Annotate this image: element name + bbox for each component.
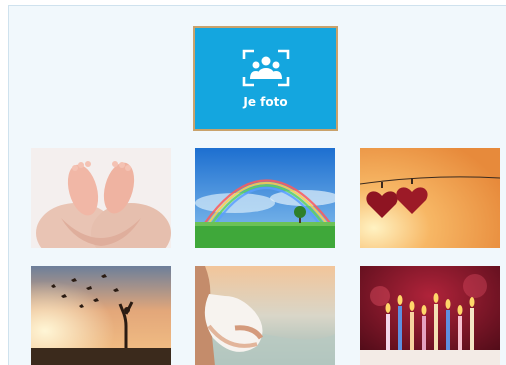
- photo-hanging-hearts[interactable]: [360, 148, 500, 248]
- photo-birthday-cake[interactable]: [360, 266, 500, 365]
- birds-sunset-photo: [31, 266, 171, 365]
- rainbow-photo: [195, 148, 335, 248]
- add-photo-people-icon: [242, 49, 289, 86]
- upload-label: Je foto: [243, 94, 288, 109]
- photo-rainbow[interactable]: [195, 148, 335, 248]
- hearts-photo: [360, 148, 500, 248]
- photo-picker-panel: Je foto: [8, 5, 506, 365]
- photo-birds-sunset[interactable]: [31, 266, 171, 365]
- birthday-cake-photo: [360, 266, 500, 365]
- upload-own-photo-button[interactable]: Je foto: [193, 26, 338, 131]
- photo-pregnant-belly[interactable]: [195, 266, 335, 365]
- photo-baby-feet[interactable]: [31, 148, 171, 248]
- pregnant-photo: [195, 266, 335, 365]
- baby-feet-photo: [31, 148, 171, 248]
